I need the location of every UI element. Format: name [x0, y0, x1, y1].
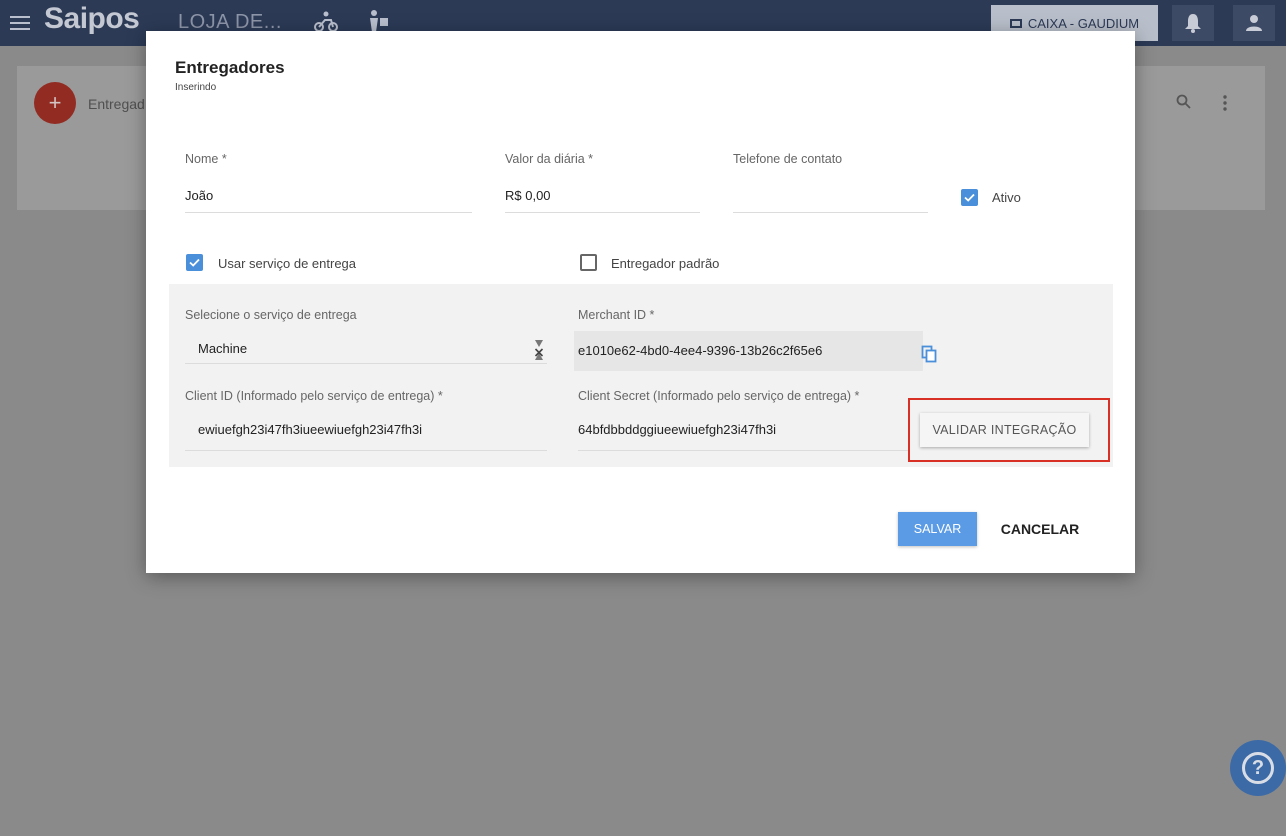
more-vert-icon[interactable]	[1222, 94, 1228, 112]
active-label: Ativo	[992, 190, 1021, 205]
use-delivery-service-checkbox[interactable]	[186, 254, 203, 271]
use-delivery-service-label: Usar serviço de entrega	[218, 256, 357, 271]
app-logo[interactable]: Saipos	[44, 2, 140, 36]
copy-icon[interactable]	[921, 345, 937, 363]
client-secret-input[interactable]: 64bfdbbddggiueewiuefgh23i47fh3i	[578, 422, 776, 437]
name-underline	[185, 212, 472, 213]
default-courier-checkbox[interactable]	[580, 254, 597, 271]
user-button[interactable]	[1233, 5, 1275, 41]
merchant-id-input[interactable]: e1010e62-4bd0-4ee4-9396-13b26c2f65e6	[578, 343, 822, 358]
plus-icon: +	[48, 90, 62, 115]
client-id-underline	[185, 450, 547, 451]
help-button[interactable]: ?	[1230, 740, 1286, 796]
service-select-label: Selecione o serviço de entrega	[185, 308, 357, 322]
name-input[interactable]: João	[185, 188, 213, 203]
service-select-underline	[185, 363, 547, 364]
courier-dialog: Entregadores Inserindo Nome * João Valor…	[146, 31, 1135, 573]
page-title: Entregad	[88, 96, 145, 112]
phone-input[interactable]	[733, 188, 928, 208]
phone-underline	[733, 212, 928, 213]
dialog-title: Entregadores	[175, 58, 285, 77]
cashier-label: CAIXA - GAUDIUM	[1027, 15, 1140, 31]
notifications-button[interactable]	[1172, 5, 1214, 41]
cash-register-icon	[1009, 18, 1022, 28]
help-icon: ?	[1242, 752, 1274, 784]
client-id-input[interactable]: ewiuefgh23i47fh3iueewiuefgh23i47fh3i	[198, 422, 422, 437]
add-courier-button[interactable]: +	[34, 82, 76, 124]
client-secret-underline	[578, 450, 908, 451]
clear-icon[interactable]	[533, 338, 545, 362]
name-label: Nome *	[185, 152, 227, 166]
save-button[interactable]: SALVAR	[898, 512, 977, 546]
default-courier-label: Entregador padrão	[611, 256, 720, 271]
daily-value-underline	[505, 212, 700, 213]
dialog-subtitle: Inserindo	[175, 82, 217, 93]
search-icon[interactable]	[1176, 94, 1192, 110]
bell-icon	[1185, 14, 1201, 33]
active-checkbox[interactable]	[961, 189, 978, 206]
user-icon	[1246, 15, 1262, 31]
phone-label: Telefone de contato	[733, 152, 843, 166]
service-select[interactable]: Machine	[198, 341, 247, 356]
client-id-label: Client ID (Informado pelo serviço de ent…	[185, 389, 443, 403]
check-icon	[964, 193, 975, 202]
client-secret-label: Client Secret (Informado pelo serviço de…	[578, 389, 860, 403]
daily-value-input[interactable]: R$ 0,00	[505, 188, 551, 203]
check-icon	[189, 258, 200, 267]
daily-value-label: Valor da diária *	[505, 152, 594, 166]
cancel-button[interactable]: CANCELAR	[992, 512, 1088, 546]
merchant-id-label: Merchant ID *	[578, 308, 655, 322]
highlight-annotation	[908, 398, 1110, 462]
hamburger-icon[interactable]	[10, 12, 30, 32]
